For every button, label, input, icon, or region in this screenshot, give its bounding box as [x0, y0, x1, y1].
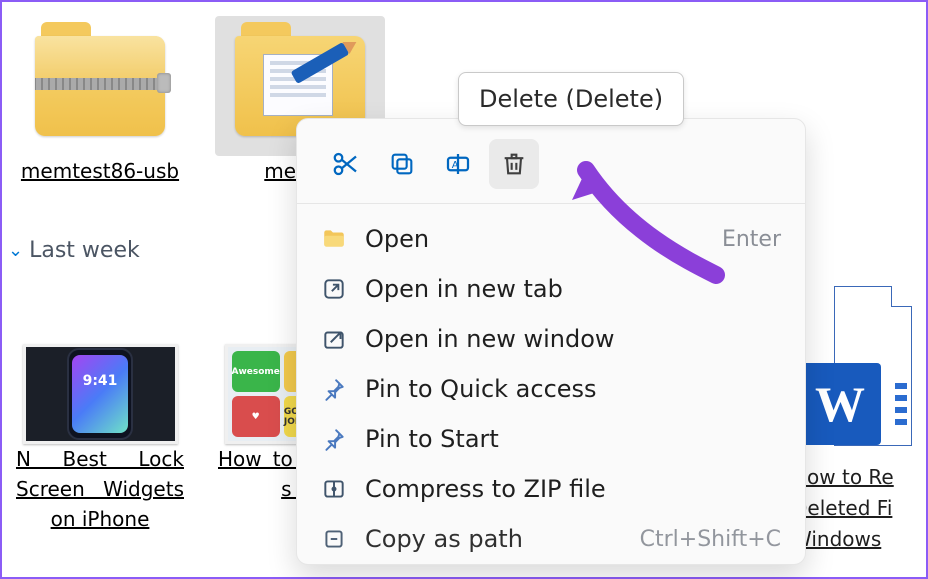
rename-button[interactable]: A: [433, 139, 483, 189]
menu-item-label: Pin to Start: [365, 425, 499, 453]
word-badge: W: [799, 363, 881, 445]
delete-button[interactable]: [489, 139, 539, 189]
tooltip-delete: Delete (Delete): [458, 72, 684, 126]
cut-button[interactable]: [321, 139, 371, 189]
file-item-lock-screen[interactable]: 9:41 N Best Lock Screen Widgets on iPhon…: [10, 344, 190, 534]
svg-text:A: A: [452, 160, 459, 171]
word-document-icon[interactable]: W: [834, 286, 912, 446]
pin-icon: [321, 376, 347, 402]
menu-item-pin-start[interactable]: Pin to Start: [297, 414, 805, 464]
menu-item-label: Open in new tab: [365, 275, 563, 303]
menu-item-hint: Enter: [722, 227, 781, 252]
menu-item-label: Open: [365, 225, 429, 253]
menu-item-copy-as-path[interactable]: Copy as path Ctrl+Shift+C: [297, 514, 805, 564]
menu-item-label: Pin to Quick access: [365, 375, 597, 403]
menu-item-open-new-tab[interactable]: Open in new tab: [297, 264, 805, 314]
tooltip-text: Delete (Delete): [479, 85, 663, 113]
file-label: N Best Lock Screen Widgets on iPhone: [10, 444, 190, 534]
trash-icon: [500, 150, 528, 178]
context-menu-items: Open Enter Open in new tab Open in new w…: [297, 204, 805, 564]
open-window-icon: [321, 326, 347, 352]
menu-item-compress-zip[interactable]: Compress to ZIP file: [297, 464, 805, 514]
context-menu: A Open Enter Open in new tab Open in new…: [296, 118, 806, 565]
menu-item-hint: Ctrl+Shift+C: [640, 527, 781, 552]
menu-item-label: Open in new window: [365, 325, 615, 353]
thumbnail-icon: 9:41: [23, 344, 178, 444]
copy-button[interactable]: [377, 139, 427, 189]
rename-icon: A: [443, 149, 473, 179]
phone-time: 9:41: [72, 373, 128, 389]
menu-item-open-new-window[interactable]: Open in new window: [297, 314, 805, 364]
zip-folder-icon: [15, 16, 185, 156]
menu-item-pin-quick-access[interactable]: Pin to Quick access: [297, 364, 805, 414]
group-header-last-week[interactable]: ⌄ Last week: [8, 238, 140, 263]
chevron-down-icon: ⌄: [8, 240, 23, 261]
scissors-icon: [331, 149, 361, 179]
group-label: Last week: [29, 238, 140, 263]
file-label: memtest86-usb: [15, 156, 185, 186]
context-menu-actions: A: [297, 119, 805, 204]
file-label-word: How to Re Deleted Fi Windows: [792, 462, 912, 555]
menu-item-open[interactable]: Open Enter: [297, 214, 805, 264]
zip-icon: [321, 476, 347, 502]
file-item-memtest-usb[interactable]: memtest86-usb: [10, 16, 190, 186]
folder-icon: [321, 226, 347, 252]
open-tab-icon: [321, 276, 347, 302]
menu-item-label: Copy as path: [365, 525, 523, 553]
copy-icon: [388, 150, 416, 178]
menu-item-label: Compress to ZIP file: [365, 475, 606, 503]
copy-path-icon: [321, 526, 347, 552]
pin-icon: [321, 426, 347, 452]
